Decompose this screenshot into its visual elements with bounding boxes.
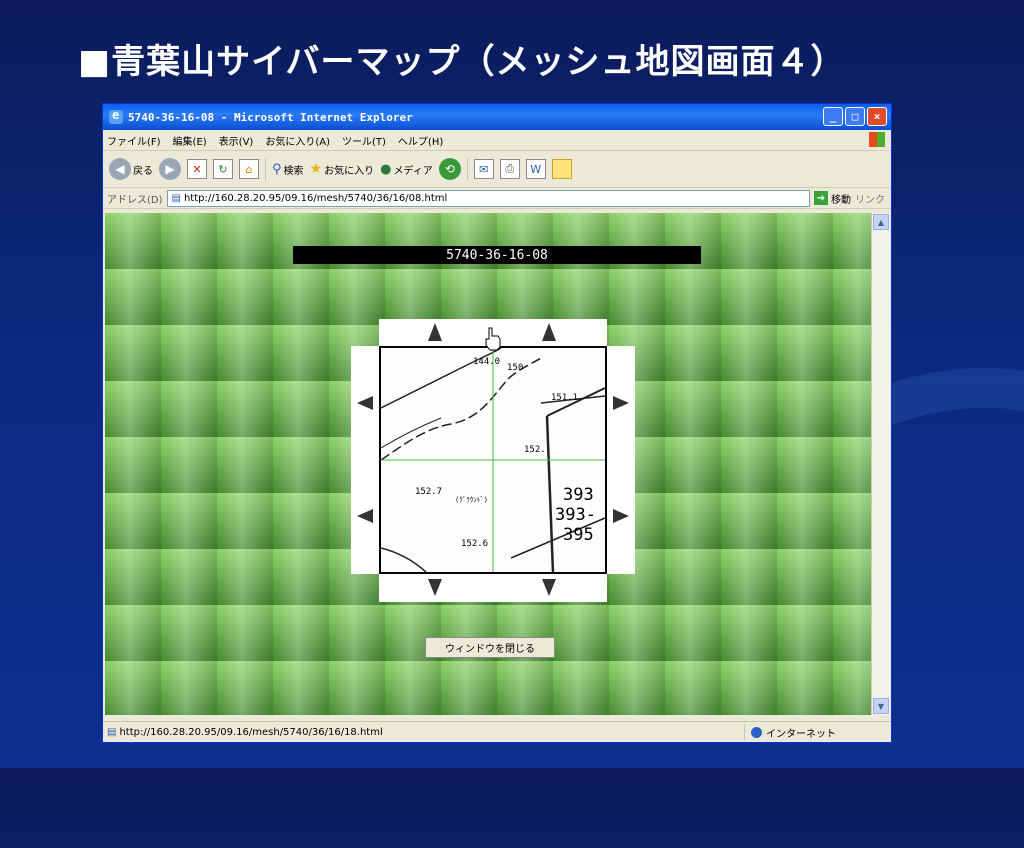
south-west-arrow[interactable] <box>428 579 442 596</box>
menu-bar: ファイル(F) 編集(E) 表示(V) お気に入り(A) ツール(T) ヘルプ(… <box>103 130 891 151</box>
search-icon: ⚲ <box>272 161 282 177</box>
contour-line <box>381 417 442 449</box>
back-button[interactable]: ◀ 戻る <box>109 158 153 180</box>
south-east-arrow[interactable] <box>542 579 556 596</box>
menu-file[interactable]: ファイル(F) <box>107 133 161 148</box>
print-button[interactable]: ⎙ <box>499 159 520 179</box>
forward-button[interactable]: ▶ <box>159 158 181 180</box>
nav-panel-left <box>351 346 379 574</box>
map-label: 144.0 <box>473 357 500 367</box>
favorites-label: お気に入り <box>324 165 375 177</box>
map-label: 151.1 <box>551 393 578 403</box>
right-arrows <box>613 396 629 523</box>
messenger-button[interactable] <box>551 159 572 179</box>
north-east-arrow[interactable] <box>542 323 556 341</box>
map-drawing: 144.0 150 151.1 152. 152.7 (ｸﾞﾗｳﾝﾄﾞ) 152… <box>381 348 605 572</box>
vertical-scrollbar[interactable]: ▲ ▼ <box>871 213 890 715</box>
hand-cursor-icon <box>485 327 501 351</box>
menu-help[interactable]: ヘルプ(H) <box>398 133 443 148</box>
window-title: 5740-36-16-08 - Microsoft Internet Explo… <box>128 110 413 124</box>
windows-logo-icon <box>869 132 885 147</box>
map-label: 152. <box>524 445 546 455</box>
left-arrows <box>357 396 373 523</box>
map-label: 393- <box>555 505 596 525</box>
edit-button[interactable]: W <box>525 159 546 179</box>
map-label: 152.6 <box>461 539 488 549</box>
menu-favorites[interactable]: お気に入り(A) <box>265 133 330 148</box>
star-icon: ★ <box>309 161 323 177</box>
page-content: 5740-36-16-08 144.0 150 151.1 152. 152.7… <box>105 213 871 715</box>
contour-line <box>381 547 427 572</box>
menu-tools[interactable]: ツール(T) <box>342 133 386 148</box>
title-bar[interactable]: 5740-36-16-08 - Microsoft Internet Explo… <box>103 104 891 130</box>
internet-globe-icon <box>751 726 762 738</box>
east-north-arrow[interactable] <box>613 396 629 410</box>
go-button[interactable]: ➔ 移動 <box>814 191 851 206</box>
wall-line <box>545 415 555 572</box>
maximize-button[interactable]: □ <box>845 107 865 126</box>
address-url: http://160.28.20.95/09.16/mesh/5740/36/1… <box>183 192 448 204</box>
address-bar: アドレス(D) ▤ http://160.28.20.95/09.16/mesh… <box>103 188 891 209</box>
home-button[interactable]: ⌂ <box>239 159 259 179</box>
address-label: アドレス(D) <box>107 194 163 206</box>
north-west-arrow[interactable] <box>428 323 442 341</box>
page-icon: ▤ <box>107 726 117 738</box>
links-button[interactable]: リンク <box>855 191 885 206</box>
back-label: 戻る <box>133 165 153 177</box>
go-label: 移動 <box>831 194 851 206</box>
toolbar-separator <box>265 158 266 180</box>
scroll-up-button[interactable]: ▲ <box>873 214 889 230</box>
close-window-page-button[interactable]: ウィンドウを閉じる <box>425 637 555 658</box>
ie-icon <box>109 108 123 124</box>
media-icon: ● <box>380 161 392 177</box>
toolbar: ◀ 戻る ▶ ✕ ↻ ⌂ ⚲ 検索 ★ お気に入り ● メディア ⟲ ✉ ⎙ W <box>103 151 891 188</box>
road-line <box>381 357 542 461</box>
slide-title: ■青葉山サイバーマップ（メッシュ地図画面４） <box>78 42 846 82</box>
map-label: 150 <box>507 363 523 373</box>
search-label: 検索 <box>283 165 304 177</box>
map-label: 393 <box>563 485 594 505</box>
map-label: 152.7 <box>415 487 442 497</box>
close-window-button[interactable]: × <box>867 107 887 126</box>
search-button[interactable]: ⚲ 検索 <box>272 162 304 177</box>
down-arrows <box>428 579 556 596</box>
stop-button[interactable]: ✕ <box>187 159 207 179</box>
minimize-button[interactable]: _ <box>823 107 843 126</box>
zone-label: インターネット <box>766 728 836 740</box>
go-arrow-icon: ➔ <box>814 191 828 205</box>
toolbar-separator <box>466 158 468 180</box>
map-label: (ｸﾞﾗｳﾝﾄﾞ) <box>455 496 488 504</box>
media-label: メディア <box>393 165 433 177</box>
status-url-text: http://160.28.20.95/09.16/mesh/5740/36/1… <box>119 726 383 738</box>
menu-edit[interactable]: 編集(E) <box>173 133 207 148</box>
mesh-map[interactable]: 144.0 150 151.1 152. 152.7 (ｸﾞﾗｳﾝﾄﾞ) 152… <box>379 346 607 574</box>
mail-button[interactable]: ✉ <box>473 159 494 179</box>
favorites-button[interactable]: ★ お気に入り <box>310 161 375 177</box>
status-url: ▤ http://160.28.20.95/09.16/mesh/5740/36… <box>103 727 744 738</box>
browser-window: 5740-36-16-08 - Microsoft Internet Explo… <box>102 103 892 743</box>
west-south-arrow[interactable] <box>357 509 373 523</box>
status-bar: ▤ http://160.28.20.95/09.16/mesh/5740/36… <box>103 721 891 742</box>
nav-panel-right <box>607 346 635 574</box>
nav-panel-bottom <box>379 574 607 602</box>
refresh-button[interactable]: ↻ <box>213 159 233 179</box>
back-arrow-icon: ◀ <box>109 158 131 180</box>
history-button[interactable]: ⟲ <box>438 158 461 180</box>
status-zone: インターネット <box>744 724 891 740</box>
page-icon: ▤ <box>171 192 181 204</box>
west-north-arrow[interactable] <box>357 396 373 410</box>
mesh-code-banner: 5740-36-16-08 <box>293 246 701 264</box>
menu-view[interactable]: 表示(V) <box>219 133 254 148</box>
east-south-arrow[interactable] <box>613 509 629 523</box>
address-input[interactable]: ▤ http://160.28.20.95/09.16/mesh/5740/36… <box>166 189 810 207</box>
scroll-down-button[interactable]: ▼ <box>873 698 889 714</box>
map-label: 395 <box>563 525 594 545</box>
media-button[interactable]: ● メディア <box>380 162 433 177</box>
